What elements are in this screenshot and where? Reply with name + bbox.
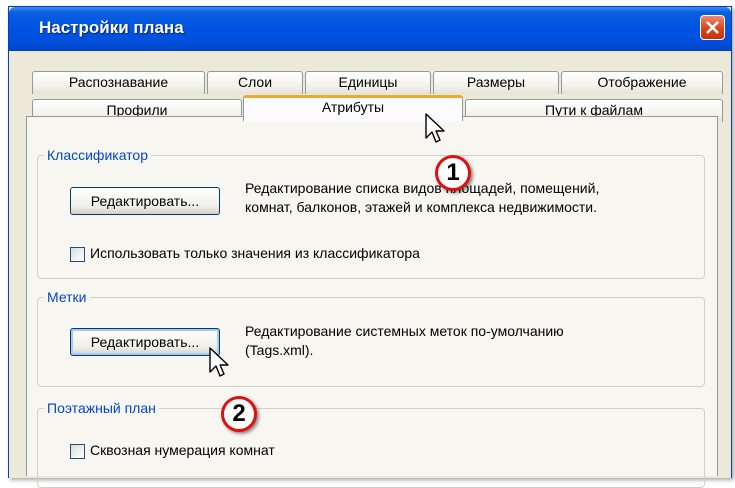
tab-layers[interactable]: Слои: [207, 71, 303, 94]
tab-recognition[interactable]: Распознавание: [32, 71, 205, 94]
tab-units[interactable]: Единицы: [305, 71, 431, 94]
only-classifier-checkbox[interactable]: [70, 247, 85, 262]
callout-badge-2: 2: [221, 396, 257, 432]
tags-description-line1: Редактирование системных меток по-умолча…: [245, 323, 564, 339]
title-bar[interactable]: Настройки плана: [9, 7, 731, 51]
tab-display[interactable]: Отображение: [561, 71, 723, 94]
close-button[interactable]: [700, 15, 725, 40]
only-classifier-label[interactable]: Использовать только значения из классифи…: [90, 245, 420, 261]
mouse-cursor-icon: [425, 113, 445, 143]
tags-description: Редактирование системных меток по-умолча…: [245, 322, 564, 360]
close-icon: [706, 21, 719, 34]
classifier-description-line2: комнат, балконов, этажей и комплекса нед…: [245, 199, 597, 215]
classifier-legend: Классификатор: [44, 147, 152, 163]
window-title: Настройки плана: [39, 18, 184, 37]
callout-badge-1: 1: [435, 155, 471, 191]
floor-plan-legend: Поэтажный план: [44, 400, 159, 416]
through-numbering-checkbox[interactable]: [70, 444, 85, 459]
tags-description-line2: (Tags.xml).: [245, 342, 314, 358]
through-numbering-label[interactable]: Сквозная нумерация комнат: [90, 442, 275, 458]
attributes-panel: Классификатор Редактировать... Редактиро…: [26, 116, 718, 488]
tags-legend: Метки: [44, 289, 90, 305]
classifier-edit-button[interactable]: Редактировать...: [70, 187, 220, 215]
mouse-cursor-icon: [209, 347, 229, 377]
classifier-description-line1: Редактирование списка видов площадей, по…: [245, 180, 600, 196]
tags-edit-button[interactable]: Редактировать...: [70, 328, 220, 356]
classifier-description: Редактирование списка видов площадей, по…: [245, 179, 599, 217]
tab-dimensions[interactable]: Размеры: [433, 71, 559, 94]
